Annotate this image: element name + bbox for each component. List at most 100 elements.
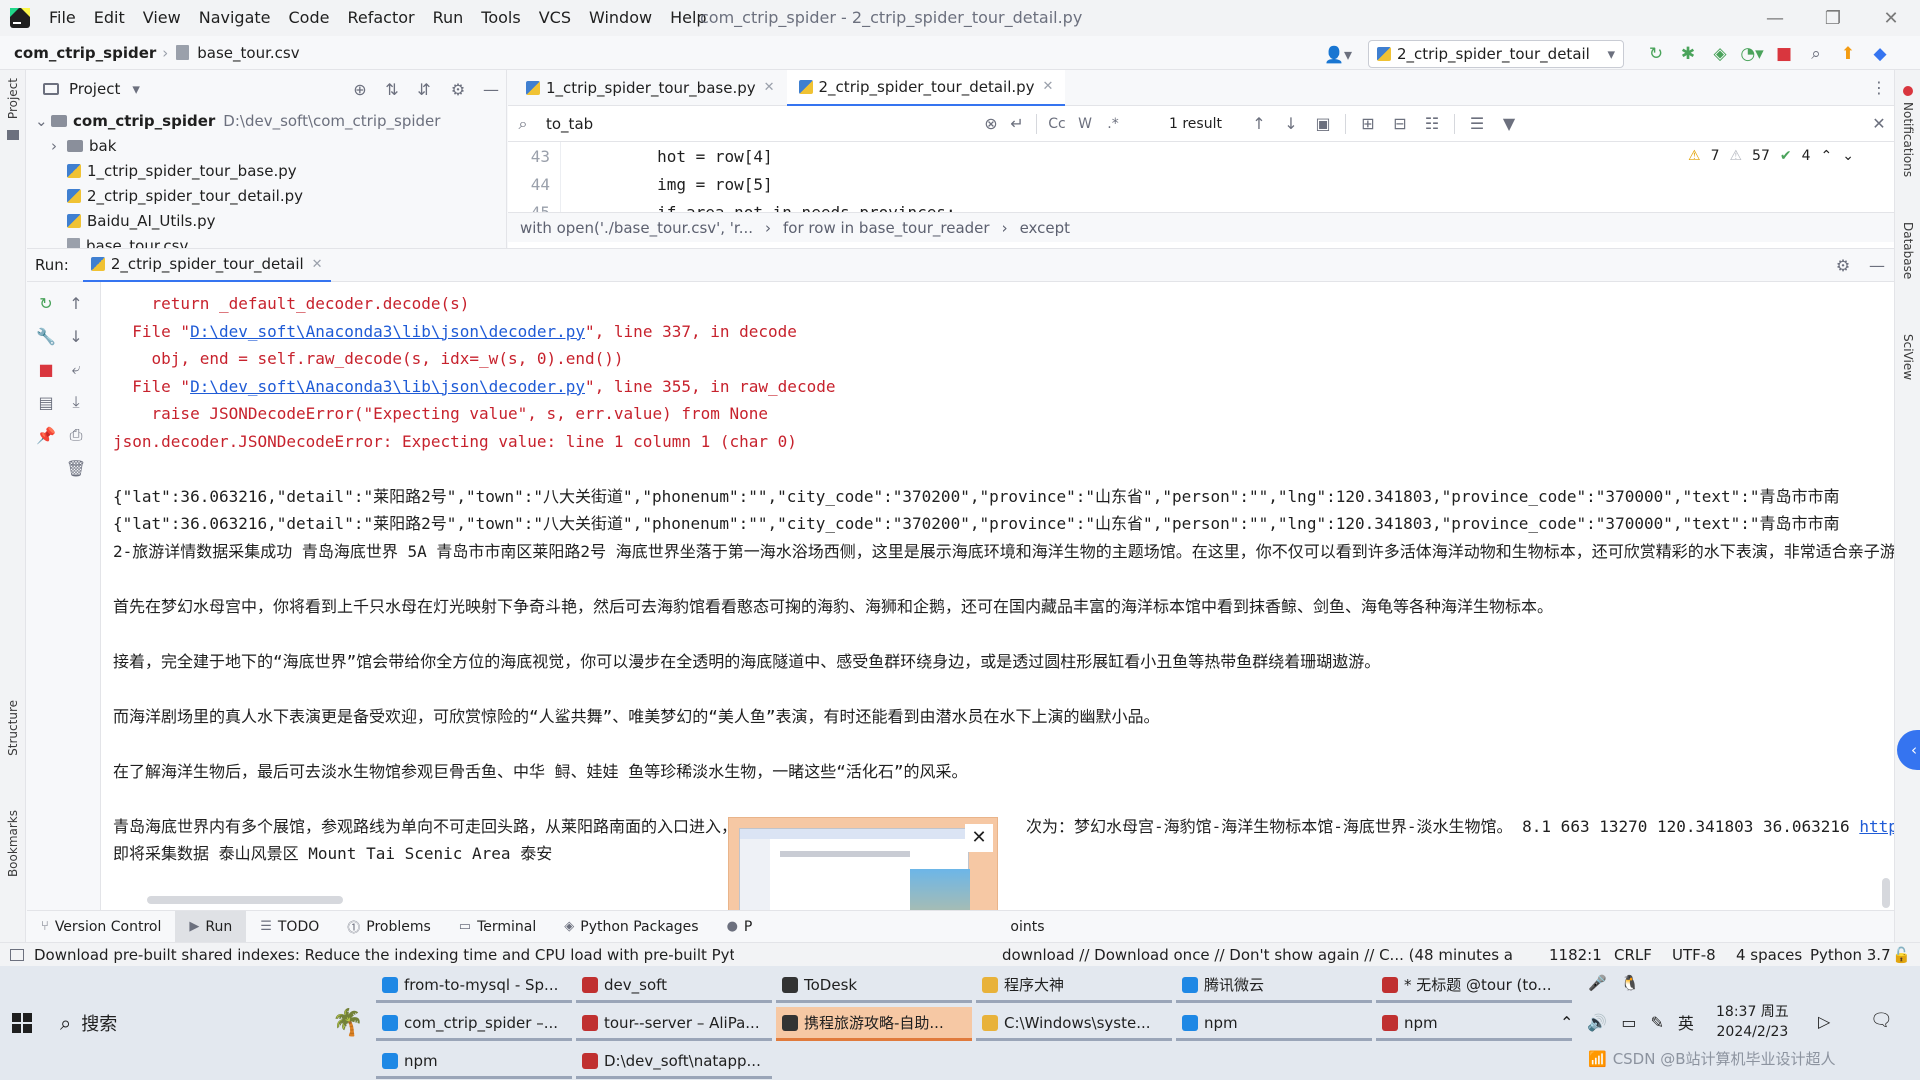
chevron-up-icon[interactable]: ⌃	[1560, 1013, 1573, 1032]
tool-tab[interactable]: ⑂ Version Control	[27, 911, 175, 943]
select-all-occurrences-icon[interactable]: ▣	[1307, 114, 1339, 133]
taskbar-item[interactable]: C:\Windows\syste...	[976, 1007, 1172, 1041]
wifi-icon[interactable]: 📶	[1588, 1050, 1607, 1068]
gear-icon[interactable]: ⚙	[440, 80, 476, 99]
debug-icon[interactable]: ✱	[1672, 44, 1704, 64]
hide-icon[interactable]: —	[476, 80, 506, 99]
console-link[interactable]: D:\dev_soft\Anaconda3\lib\json\decoder.p…	[190, 377, 585, 396]
run-configuration-select[interactable]: 2_ctrip_spider_tour_detail ▾	[1368, 40, 1624, 68]
lock-icon[interactable]: 🔓	[1892, 946, 1911, 964]
print-icon[interactable]: ⎙	[61, 420, 91, 450]
find-input[interactable]: to_tab	[538, 115, 978, 133]
project-panel-title[interactable]: Project	[69, 80, 120, 98]
run-console[interactable]: return _default_decoder.decode(s) File "…	[101, 282, 1894, 910]
qq-icon[interactable]: 🐧	[1621, 974, 1640, 992]
status-toggle-icon[interactable]	[10, 948, 24, 961]
battery-icon[interactable]: ▭	[1621, 1013, 1636, 1032]
taskbar-item[interactable]: 腾讯微云	[1176, 969, 1372, 1003]
select-all-icon[interactable]: ☷	[1416, 114, 1448, 133]
filter-options-icon[interactable]: ☰	[1461, 114, 1493, 133]
code-text[interactable]: hot = row[4]	[580, 147, 773, 166]
menu-item-tools[interactable]: Tools	[472, 0, 529, 36]
stripe-sciview[interactable]: SciView	[1901, 334, 1915, 380]
pin-icon[interactable]: 📌	[31, 420, 61, 450]
taskbar-search[interactable]: ⌕ 搜索 🌴	[48, 990, 364, 1056]
menu-item-view[interactable]: View	[134, 0, 190, 36]
menu-item-edit[interactable]: Edit	[85, 0, 134, 36]
code-breadcrumb[interactable]: except	[1020, 219, 1070, 237]
tree-item[interactable]: base_tour.csv	[27, 233, 506, 248]
tree-item[interactable]: 1_ctrip_spider_tour_base.py	[27, 158, 506, 183]
collapse-chevron-icon[interactable]: ‹	[1897, 730, 1920, 770]
stripe-bookmarks[interactable]: Bookmarks	[6, 810, 20, 877]
rerun-icon[interactable]: ↻	[1640, 44, 1672, 64]
taskbar-item[interactable]: D:\dev_soft\natapp...	[576, 1045, 772, 1079]
tree-item[interactable]: Baidu_AI_Utils.py	[27, 208, 506, 233]
python-interpreter[interactable]: Python 3.7	[1810, 946, 1891, 964]
run-tab[interactable]: 2_ctrip_spider_tour_detail ✕	[82, 248, 331, 282]
tool-tab[interactable]: ▭ Terminal	[445, 911, 550, 943]
code-text[interactable]: if area not in needs_provinces:	[580, 203, 956, 213]
rerun-icon[interactable]: ↻	[31, 288, 61, 318]
user-account-icon[interactable]: 👤▾	[1318, 42, 1358, 66]
hide-icon[interactable]: —	[1860, 256, 1894, 275]
restore-icon[interactable]: ❐	[1804, 8, 1862, 29]
volume-icon[interactable]: 🔊	[1587, 1013, 1607, 1032]
editor-tab[interactable]: 2_ctrip_spider_tour_detail.py ✕	[786, 69, 1066, 106]
microphone-icon[interactable]: 🎤	[1588, 974, 1607, 992]
taskbar-item[interactable]: tour--server – AliPa...	[576, 1007, 772, 1041]
search-icon[interactable]: ⌕	[1800, 44, 1832, 64]
menu-item-refactor[interactable]: Refactor	[338, 0, 423, 36]
breadcrumb-file[interactable]: base_tour.csv	[197, 44, 299, 62]
stripe-project[interactable]: Project	[6, 78, 20, 119]
taskbar-item[interactable]: 携程旅游攻略-自助...	[776, 1007, 972, 1041]
console-link[interactable]: D:\dev_soft\Anaconda3\lib\json\decoder.p…	[190, 322, 585, 341]
close-icon[interactable]: ✕	[1862, 8, 1920, 29]
close-icon[interactable]: ✕	[1864, 114, 1894, 133]
code-breadcrumb[interactable]: with open('./base_tour.csv', 'r...	[520, 219, 753, 237]
coverage-icon[interactable]: ◈	[1704, 44, 1736, 64]
code-lines[interactable]: 43 hot = row[4] 44 img = row[5] 45 if area…	[508, 142, 1688, 212]
chevron-down-icon[interactable]: ⌄	[1842, 148, 1854, 164]
menu-item-run[interactable]: Run	[424, 0, 473, 36]
more-vertical-icon[interactable]: ⋮	[1864, 78, 1894, 97]
taskbar-item[interactable]: ToDesk	[776, 969, 972, 1003]
expand-all-icon[interactable]: ⇅	[376, 80, 408, 99]
clock[interactable]: 18:37 周五 2024/2/23	[1716, 1002, 1789, 1042]
menu-item-code[interactable]: Code	[280, 0, 339, 36]
taskbar-item[interactable]: npm	[376, 1045, 572, 1079]
chevron-up-icon[interactable]: ⌃	[1821, 148, 1833, 164]
tool-tab[interactable]: ⓵ Problems	[333, 911, 445, 943]
console-link[interactable]: https	[1859, 817, 1894, 836]
close-icon[interactable]: ✕	[764, 80, 775, 95]
new-line-icon[interactable]: ↵	[1004, 114, 1030, 133]
code-text[interactable]: img = row[5]	[580, 175, 773, 194]
notification-center-icon[interactable]: 🗨	[1870, 1010, 1893, 1031]
menu-item-file[interactable]: File	[40, 0, 85, 36]
whole-word-toggle[interactable]: W	[1071, 116, 1099, 132]
menu-item-navigate[interactable]: Navigate	[190, 0, 280, 36]
gear-icon[interactable]: ⚙	[1826, 256, 1860, 275]
tree-item[interactable]: › bak	[27, 133, 506, 158]
wrench-icon[interactable]: 🔧	[31, 321, 61, 351]
remove-selection-icon[interactable]: ⊟	[1384, 114, 1416, 133]
jetbrains-icon[interactable]: ◆	[1864, 44, 1896, 64]
clear-icon[interactable]: ⊗	[978, 114, 1004, 133]
status-message[interactable]: Download pre-built shared indexes: Reduc…	[34, 946, 734, 964]
next-occurrence-icon[interactable]: ↓	[1275, 114, 1307, 133]
tool-tab[interactable]: ▶ Run	[175, 910, 247, 943]
stripe-structure[interactable]: Structure	[6, 700, 20, 756]
taskbar-item[interactable]: npm	[1376, 1007, 1572, 1041]
locate-icon[interactable]: ⊕	[344, 80, 376, 99]
taskbar-item[interactable]: * 无标题 @tour (to...	[1376, 969, 1572, 1003]
layout-icon[interactable]: ▤	[31, 387, 61, 417]
indent-setting[interactable]: 4 spaces	[1736, 946, 1802, 964]
caret-position[interactable]: 1182:1	[1549, 946, 1602, 964]
editor-tab[interactable]: 1_ctrip_spider_tour_base.py ✕	[514, 70, 787, 106]
soft-wrap-icon[interactable]: ⤶	[61, 354, 91, 384]
menu-item-vcs[interactable]: VCS	[530, 0, 580, 36]
tool-tab[interactable]: ◈ Python Packages	[550, 911, 712, 943]
stripe-database[interactable]: Database	[1901, 222, 1915, 279]
menu-item-window[interactable]: Window	[580, 0, 661, 36]
chevron-down-icon[interactable]: ▾	[132, 80, 140, 98]
